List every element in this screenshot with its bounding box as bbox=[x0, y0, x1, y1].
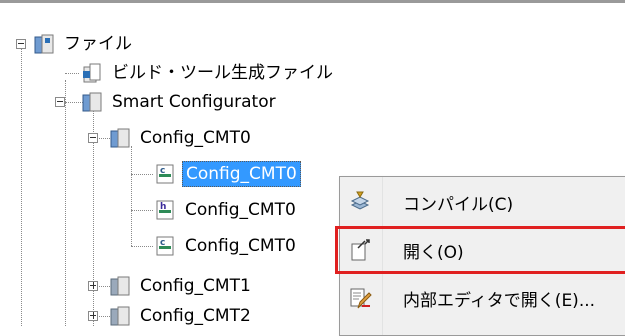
tree-guide-line bbox=[131, 174, 153, 175]
c-source-file-icon: c bbox=[154, 235, 176, 257]
tree-node-config-cmt1[interactable]: Config_CMT1 bbox=[109, 273, 254, 299]
collapse-toggle-config-cmt0[interactable] bbox=[88, 133, 98, 143]
tree-node-files[interactable]: ファイル bbox=[33, 31, 135, 57]
collapse-toggle-smart-configurator[interactable] bbox=[55, 97, 65, 107]
svg-text:h: h bbox=[160, 202, 166, 212]
tree-node-config-cmt0[interactable]: Config_CMT0 bbox=[109, 125, 254, 151]
header-file-icon: h bbox=[154, 199, 176, 221]
compile-icon bbox=[348, 190, 372, 214]
generated-files-icon bbox=[81, 62, 103, 84]
tree-node-label: Config_CMT0 bbox=[182, 161, 301, 187]
svg-text:c: c bbox=[160, 166, 165, 176]
menu-item-compile[interactable]: コンパイル(C) bbox=[340, 181, 625, 223]
tree-node-config-cmt0-c-file-2[interactable]: c Config_CMT0 bbox=[154, 233, 299, 259]
tree-node-label: Config_CMT0 bbox=[185, 200, 296, 220]
internal-editor-icon bbox=[348, 286, 372, 310]
expand-toggle-config-cmt1[interactable] bbox=[88, 281, 98, 291]
tree-guide-line bbox=[131, 246, 153, 247]
tree-node-label: Config_CMT1 bbox=[140, 276, 251, 296]
menu-item-open-internal-editor[interactable]: 内部エディタで開く(E)... bbox=[340, 277, 625, 319]
tree-node-config-cmt0-c-file[interactable]: c Config_CMT0 bbox=[154, 161, 301, 187]
tree-guide-line bbox=[65, 73, 79, 74]
svg-text:c: c bbox=[160, 238, 165, 248]
menu-item-label: 開く(O) bbox=[403, 242, 464, 263]
tree-node-config-cmt2[interactable]: Config_CMT2 bbox=[109, 303, 254, 329]
menu-item-label: 内部エディタで開く(E)... bbox=[403, 290, 596, 311]
menu-item-open[interactable]: 開く(O) bbox=[340, 229, 625, 271]
tree-guide-line bbox=[131, 210, 153, 211]
tree-guide-line bbox=[21, 44, 22, 326]
open-icon bbox=[348, 238, 372, 262]
folder-icon bbox=[109, 127, 131, 149]
tree-node-config-cmt0-h-file[interactable]: h Config_CMT0 bbox=[154, 197, 299, 223]
tree-node-label: ビルド・ツール生成ファイル bbox=[112, 63, 333, 83]
tree-guide-line bbox=[65, 80, 66, 326]
tree-guide-line bbox=[131, 146, 132, 246]
tree-node-label: ファイル bbox=[64, 34, 132, 54]
top-border bbox=[0, 0, 625, 3]
tree-node-label: Smart Configurator bbox=[112, 92, 276, 112]
tree-node-label: Config_CMT0 bbox=[140, 128, 251, 148]
collapse-toggle-files[interactable] bbox=[16, 39, 26, 49]
menu-item-label: コンパイル(C) bbox=[403, 194, 514, 215]
tree-node-label: Config_CMT2 bbox=[140, 306, 251, 326]
folder-icon bbox=[109, 275, 131, 297]
context-menu: コンパイル(C) 開く(O) 内部エディタで開く(E)... bbox=[339, 176, 625, 336]
folder-icon bbox=[33, 33, 55, 55]
tree-node-smart-configurator[interactable]: Smart Configurator bbox=[81, 89, 279, 115]
tree-node-label: Config_CMT0 bbox=[185, 236, 296, 256]
tree-node-build-tool-files[interactable]: ビルド・ツール生成ファイル bbox=[81, 60, 336, 86]
c-source-file-icon: c bbox=[154, 163, 176, 185]
expand-toggle-config-cmt2[interactable] bbox=[88, 311, 98, 321]
folder-icon bbox=[81, 91, 103, 113]
folder-icon bbox=[109, 305, 131, 327]
